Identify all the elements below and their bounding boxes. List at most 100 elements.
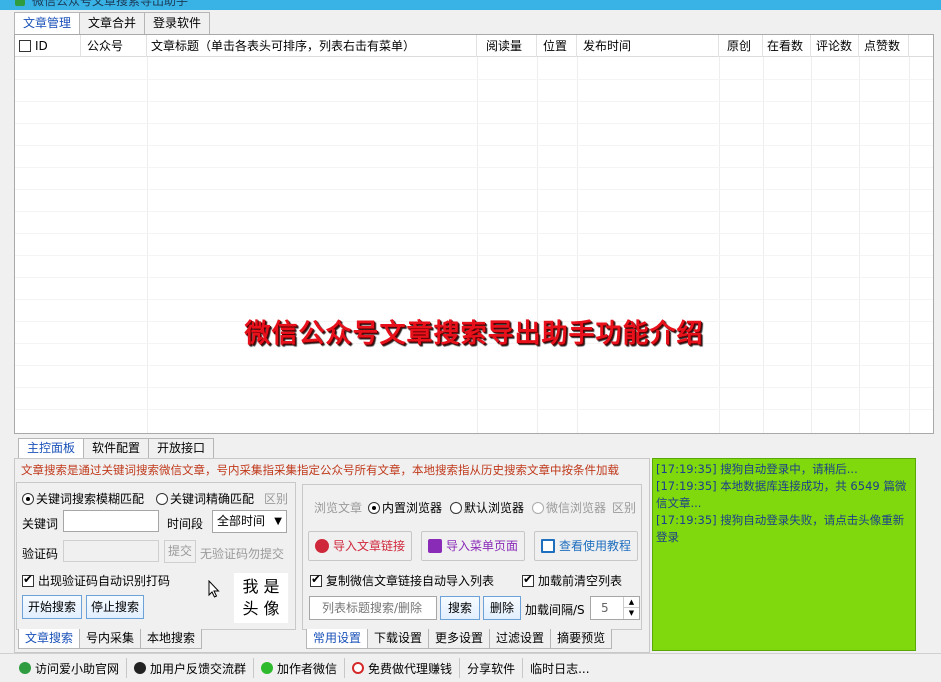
- list-title-filter-input[interactable]: [309, 596, 437, 620]
- exact-match-option[interactable]: 关键词精确匹配: [156, 490, 254, 507]
- link-icon: [314, 539, 329, 553]
- tab-account-collect[interactable]: 号内采集: [79, 629, 142, 649]
- browser-difference-link[interactable]: 区别: [612, 499, 636, 516]
- fuzzy-match-radio[interactable]: [22, 493, 34, 505]
- log-line: [17:19:35] 搜狗自动登录中，请稍后...: [656, 462, 858, 476]
- wechat-browser-radio[interactable]: [532, 502, 544, 514]
- tab-open-api[interactable]: 开放接口: [148, 438, 215, 458]
- exact-match-radio[interactable]: [156, 493, 168, 505]
- join-feedback-group-label: 加用户反馈交流群: [150, 661, 247, 676]
- column-header-original[interactable]: 原创: [719, 35, 763, 57]
- select-all-checkbox[interactable]: [19, 40, 31, 52]
- table-header: ID 公众号 文章标题（单击各表头可排序，列表右击有菜单） 阅读量 位置 发布时…: [15, 35, 933, 57]
- column-header-id[interactable]: ID: [15, 35, 81, 57]
- stop-search-button[interactable]: 停止搜索: [86, 595, 144, 619]
- auto-import-copied-link-option[interactable]: 复制微信文章链接自动导入列表: [310, 572, 494, 589]
- control-tab-bar: 主控面板 软件配置 开放接口: [18, 438, 215, 458]
- add-author-wechat-link[interactable]: 加作者微信: [254, 658, 346, 678]
- tab-summary-preview[interactable]: 摘要预览: [550, 629, 613, 649]
- tab-common-settings[interactable]: 常用设置: [306, 629, 369, 649]
- column-header-comments[interactable]: 评论数: [811, 35, 859, 57]
- auto-import-copied-link-label: 复制微信文章链接自动导入列表: [326, 574, 495, 588]
- add-author-wechat-label: 加作者微信: [277, 661, 338, 676]
- fuzzy-match-option[interactable]: 关键词搜索模糊匹配: [22, 490, 144, 507]
- column-header-account[interactable]: 公众号: [81, 35, 147, 57]
- clear-before-load-option[interactable]: 加载前清空列表: [522, 572, 622, 589]
- builtin-browser-option[interactable]: 内置浏览器: [368, 499, 442, 516]
- chevron-down-icon: ▼: [274, 516, 282, 527]
- match-difference-link[interactable]: 区别: [264, 490, 288, 507]
- import-menu-page-button[interactable]: 导入菜单页面: [421, 531, 525, 561]
- share-software-link[interactable]: 分享软件: [460, 658, 524, 678]
- article-table[interactable]: ID 公众号 文章标题（单击各表头可排序，列表右击有菜单） 阅读量 位置 发布时…: [14, 34, 934, 434]
- menu-grid-icon: [427, 539, 442, 553]
- tab-download-settings[interactable]: 下载设置: [367, 629, 430, 649]
- start-search-button[interactable]: 开始搜索: [22, 595, 82, 619]
- keyword-input[interactable]: [63, 510, 159, 532]
- tab-filter-settings[interactable]: 过滤设置: [489, 629, 552, 649]
- wechat-browser-label: 微信浏览器: [546, 501, 607, 515]
- builtin-browser-radio[interactable]: [368, 502, 380, 514]
- stepper-down-icon[interactable]: ▼: [623, 608, 639, 619]
- stepper-up-icon[interactable]: ▲: [623, 597, 639, 608]
- tab-login-software[interactable]: 登录软件: [144, 12, 211, 34]
- load-interval-label: 加载间隔/S: [525, 603, 585, 617]
- default-browser-radio[interactable]: [450, 502, 462, 514]
- keyword-label: 关键词: [22, 517, 59, 531]
- tab-article-management[interactable]: 文章管理: [14, 12, 81, 34]
- list-search-button[interactable]: 搜索: [440, 596, 480, 620]
- captcha-input[interactable]: [63, 540, 159, 562]
- tab-main-panel[interactable]: 主控面板: [18, 438, 85, 458]
- view-tutorial-label: 查看使用教程: [558, 539, 631, 553]
- column-header-title[interactable]: 文章标题（单击各表头可排序，列表右击有菜单）: [147, 35, 477, 57]
- auto-captcha-checkbox[interactable]: [22, 572, 34, 587]
- import-article-link-button[interactable]: 导入文章链接: [308, 531, 412, 561]
- column-header-watching[interactable]: 在看数: [763, 35, 811, 57]
- temp-log-link[interactable]: 临时日志...: [523, 658, 596, 678]
- auto-import-copied-link-checkbox[interactable]: [310, 572, 322, 587]
- clear-before-load-checkbox[interactable]: [522, 572, 534, 587]
- column-header-likes[interactable]: 点赞数: [859, 35, 909, 57]
- log-panel[interactable]: [17:19:35] 搜狗自动登录中，请稍后... [17:19:35] 本地数…: [652, 458, 916, 651]
- exact-match-label: 关键词精确匹配: [170, 492, 255, 506]
- log-line: [17:19:35] 本地数据库连接成功，共 6549 篇微信文章...: [656, 479, 907, 510]
- time-range-label: 时间段: [167, 517, 204, 531]
- captcha-label: 验证码: [22, 547, 59, 561]
- yen-coin-icon: [352, 662, 365, 674]
- captcha-submit-button[interactable]: 提交: [164, 540, 196, 563]
- visit-website-label: 访问爱小助官网: [35, 661, 120, 676]
- usage-notice: 文章搜索是通过关键词搜索微信文章，号内采集指采集指定公众号所有文章，本地搜索指从…: [21, 463, 619, 477]
- window-title: 微信公众号文章搜索导出助手: [32, 0, 189, 8]
- visit-website-link[interactable]: 访问爱小助官网: [12, 658, 128, 678]
- tab-article-search[interactable]: 文章搜索: [18, 629, 81, 649]
- mouse-cursor-icon: [208, 580, 220, 598]
- tab-software-config[interactable]: 软件配置: [83, 438, 150, 458]
- leaf-icon: [19, 662, 31, 674]
- default-browser-label: 默认浏览器: [464, 501, 525, 515]
- default-browser-option[interactable]: 默认浏览器: [450, 499, 524, 516]
- time-range-value: 全部时间: [217, 514, 266, 528]
- load-interval-stepper[interactable]: 5 ▲ ▼: [590, 596, 640, 620]
- tab-article-merge[interactable]: 文章合并: [79, 12, 146, 34]
- title-bar: 微信公众号文章搜索导出助手: [0, 0, 941, 10]
- view-tutorial-button[interactable]: 查看使用教程: [534, 531, 638, 561]
- log-line: [17:19:35] 搜狗自动登录失败，请点击头像重新登录: [656, 513, 905, 544]
- time-range-select[interactable]: 全部时间 ▼: [212, 510, 287, 533]
- avatar[interactable]: 我 是 头 像: [234, 573, 288, 623]
- qq-penguin-icon: [134, 662, 147, 674]
- column-header-publish-time[interactable]: 发布时间: [577, 35, 719, 57]
- wechat-browser-option[interactable]: 微信浏览器: [532, 499, 606, 516]
- tab-local-search[interactable]: 本地搜索: [140, 629, 203, 649]
- become-agent-label: 免费做代理赚钱: [368, 661, 453, 676]
- tab-more-settings[interactable]: 更多设置: [428, 629, 491, 649]
- status-bar: 访问爱小助官网 加用户反馈交流群 加作者微信 免费做代理赚钱 分享软件 临时日志…: [0, 653, 941, 682]
- join-feedback-group-link[interactable]: 加用户反馈交流群: [127, 658, 255, 678]
- browse-article-label: 浏览文章: [314, 501, 363, 515]
- column-header-reads[interactable]: 阅读量: [477, 35, 537, 57]
- become-agent-link[interactable]: 免费做代理赚钱: [345, 658, 461, 678]
- list-delete-button[interactable]: 删除: [483, 596, 521, 620]
- wechat-icon: [261, 662, 274, 674]
- settings-tab-bar: 常用设置 下载设置 更多设置 过滤设置 摘要预览: [306, 629, 613, 649]
- auto-captcha-option[interactable]: 出现验证码自动识别打码: [22, 572, 170, 589]
- column-header-position[interactable]: 位置: [537, 35, 577, 57]
